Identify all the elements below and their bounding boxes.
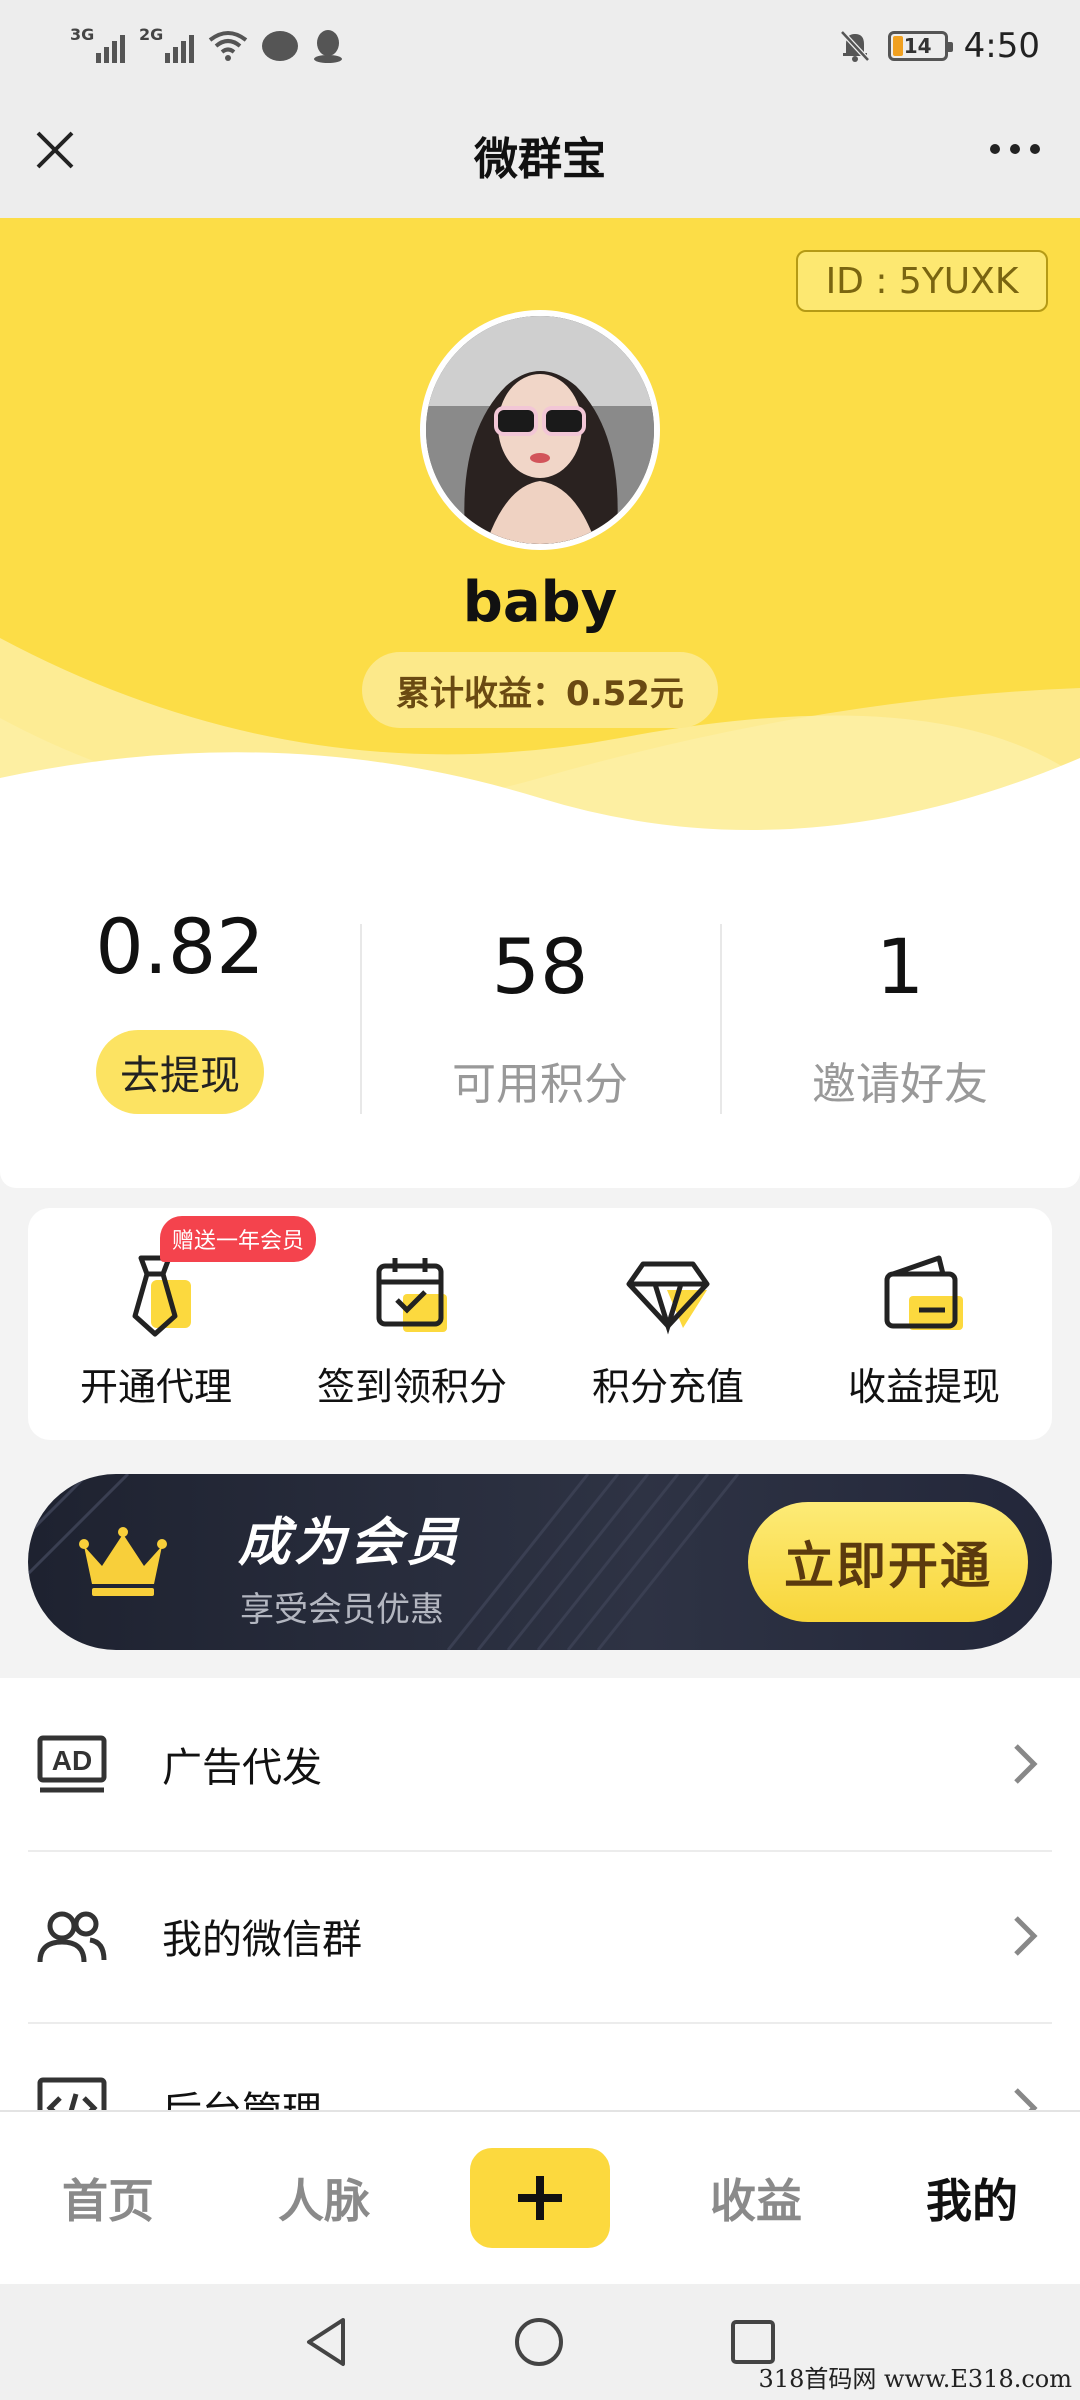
battery-level: 14 — [903, 34, 932, 58]
checkin-action[interactable]: 签到领积分 — [284, 1208, 540, 1440]
more-options-icon[interactable] — [990, 144, 1040, 154]
menu-label: 我的微信群 — [162, 1917, 362, 1963]
system-nav-bar: 318首码网 www.E318.com — [0, 2284, 1080, 2400]
watermark: 318首码网 www.E318.com — [758, 2365, 1072, 2393]
open-agent-action[interactable]: 开通代理 赠送一年会员 — [28, 1208, 317, 1440]
signal-icon: 2G — [139, 25, 194, 63]
vip-subtitle: 享受会员优惠 — [240, 1590, 444, 1630]
menu-label: 广告代发 — [162, 1745, 322, 1791]
chevron-right-icon — [1014, 2088, 1038, 2112]
tie-icon — [132, 1255, 191, 1337]
add-button[interactable] — [470, 2148, 610, 2248]
invite-stat[interactable]: 1 邀请好友 — [720, 858, 1080, 1188]
back-icon[interactable] — [301, 2314, 351, 2370]
diamond-icon — [626, 1261, 710, 1335]
users-icon — [37, 1911, 107, 1963]
balance-value: 0.82 — [95, 902, 265, 991]
tab-earnings[interactable]: 收益 — [648, 2165, 864, 2231]
balance-stat: 0.82 去提现 — [0, 858, 360, 1188]
nav-bar: 微群宝 — [0, 92, 1080, 218]
settings-menu: AD 广告代发 我的微信群 后台管理 — [0, 1678, 1080, 2112]
chat-bubble-icon — [262, 31, 298, 61]
total-earnings-pill: 累计收益：0.52元 — [362, 652, 718, 728]
close-icon[interactable] — [30, 125, 80, 175]
points-stat[interactable]: 58 可用积分 — [360, 858, 720, 1188]
bottom-tab-bar: 首页 人脉 收益 我的 — [0, 2110, 1080, 2284]
tab-add[interactable] — [432, 2148, 648, 2248]
qq-icon — [314, 30, 342, 63]
menu-label: 后台管理 — [162, 2089, 322, 2112]
avatar-photo — [426, 316, 654, 544]
chevron-right-icon — [1014, 1744, 1038, 1784]
plus-icon — [518, 2176, 562, 2220]
points-recharge-action[interactable]: 积分充值 — [540, 1208, 796, 1440]
menu-item-ad-posting[interactable]: AD 广告代发 — [0, 1678, 1080, 1850]
chevron-right-icon — [1014, 1916, 1038, 1956]
page-title: 微群宝 — [474, 134, 606, 185]
user-id-badge[interactable]: ID : 5YUXK — [796, 250, 1048, 312]
withdraw-button[interactable]: 去提现 — [96, 1030, 264, 1114]
status-time: 4:50 — [963, 26, 1040, 66]
points-recharge-label: 积分充值 — [591, 1365, 744, 1409]
stats-panel: 0.82 去提现 58 可用积分 1 邀请好友 — [0, 858, 1080, 1188]
points-value: 58 — [491, 922, 589, 1011]
signal-icon: 3G — [70, 25, 125, 63]
vip-banner[interactable]: 成为会员 享受会员优惠 立即开通 — [28, 1474, 1052, 1650]
menu-item-my-wechat-groups[interactable]: 我的微信群 — [0, 1850, 1080, 2022]
menu-item-admin[interactable]: 后台管理 — [0, 2022, 1080, 2112]
username: baby — [462, 570, 618, 635]
code-icon — [37, 2077, 107, 2112]
tab-mine[interactable]: 我的 — [864, 2165, 1080, 2231]
profile-header: ID : 5YUXK baby 累计收益：0.52元 — [0, 218, 1080, 858]
tab-contacts[interactable]: 人脉 — [216, 2165, 432, 2231]
points-label: 可用积分 — [452, 1059, 628, 1110]
avatar[interactable] — [420, 310, 660, 550]
signal-type-label: 3G — [70, 25, 95, 44]
wifi-icon — [208, 31, 248, 61]
tab-home[interactable]: 首页 — [0, 2165, 216, 2231]
home-circle-icon[interactable] — [511, 2314, 567, 2370]
wallet-icon — [884, 1255, 963, 1330]
activate-now-button[interactable]: 立即开通 — [748, 1502, 1028, 1622]
open-agent-label: 开通代理 — [79, 1365, 232, 1409]
bell-off-icon — [839, 30, 870, 62]
earnings-withdraw-action[interactable]: 收益提现 — [796, 1208, 1052, 1440]
status-right: 14 4:50 — [838, 26, 1040, 66]
battery-icon: 14 — [887, 31, 953, 61]
signal-type-label: 2G — [139, 25, 164, 44]
status-bar: 3G 2G 14 4:50 — [0, 0, 1080, 92]
invite-value: 1 — [875, 922, 925, 1011]
status-left: 3G 2G — [70, 25, 344, 64]
quick-actions: 开通代理 赠送一年会员 签到领积分 积分充值 收益提现 — [28, 1208, 1052, 1440]
vip-title: 成为会员 — [238, 1513, 463, 1573]
invite-label: 邀请好友 — [812, 1059, 988, 1110]
crown-icon — [79, 1527, 167, 1596]
checkin-label: 签到领积分 — [316, 1365, 507, 1409]
earnings-withdraw-label: 收益提现 — [847, 1365, 1000, 1409]
svg-text:AD: AD — [52, 1745, 92, 1776]
calendar-check-icon — [376, 1258, 447, 1332]
ad-icon: AD — [37, 1735, 107, 1793]
